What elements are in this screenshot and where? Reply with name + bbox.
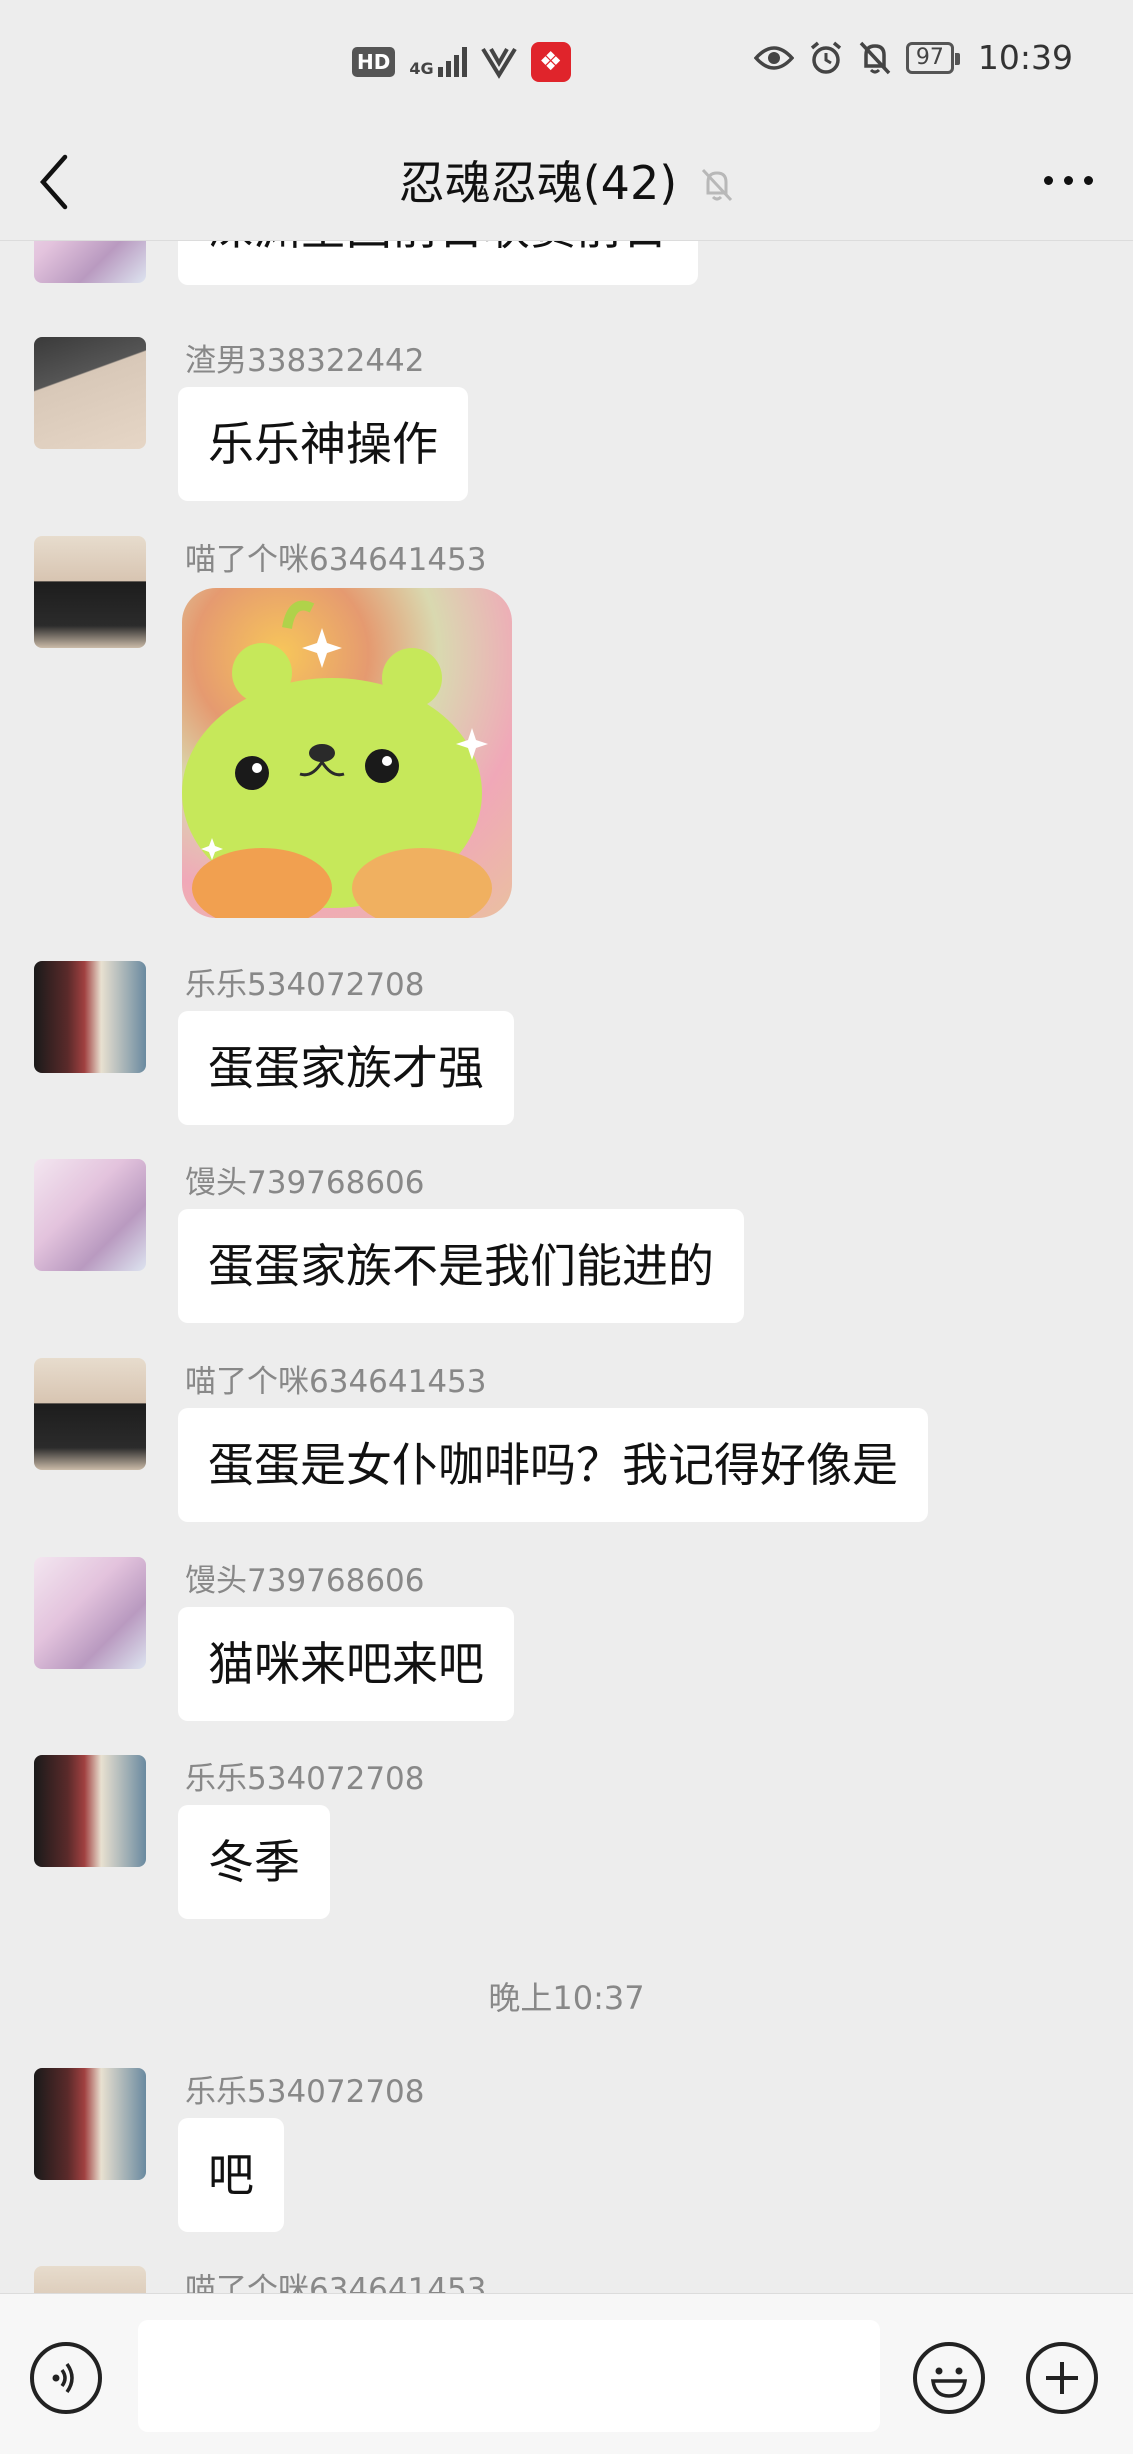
message-bubble[interactable]: 蛋蛋家族不是我们能进的	[178, 1209, 744, 1323]
signal-icon: 4G	[409, 47, 467, 77]
message-input[interactable]	[138, 2320, 880, 2432]
message-bubble[interactable]: 深渊全国前日联赛前日	[178, 241, 698, 285]
input-bar	[0, 2293, 1133, 2454]
voice-button[interactable]	[30, 2342, 102, 2414]
vpn-icon	[480, 47, 517, 79]
avatar[interactable]	[34, 2068, 146, 2180]
status-bar: HD 4G ❖ 97 10:39	[0, 0, 1133, 125]
sender-name: 渣男338322442	[185, 343, 425, 379]
sender-name: 馒头739768606	[185, 1165, 425, 1201]
sender-name: 喵了个咪634641453	[185, 542, 487, 578]
emoji-icon	[931, 2367, 967, 2398]
avatar[interactable]	[34, 1755, 146, 1867]
avatar[interactable]	[34, 1557, 146, 1669]
battery-icon: 97	[905, 41, 960, 74]
sender-name: 乐乐534072708	[185, 2074, 425, 2110]
mute-bell-icon	[859, 41, 891, 74]
eye-icon	[753, 45, 794, 70]
message-bubble[interactable]: 猫咪来吧来吧	[178, 1607, 514, 1721]
time-divider: 晚上10:37	[488, 1979, 645, 2017]
message-bubble[interactable]: 蛋蛋是女仆咖啡吗？我记得好像是	[178, 1408, 928, 1522]
more-button[interactable]	[1033, 155, 1103, 205]
pinduoduo-icon: ❖	[530, 42, 571, 82]
hd-icon: HD	[352, 47, 396, 77]
clock: 10:39	[977, 38, 1073, 77]
status-right: 97 10:39	[753, 38, 1073, 77]
green-bear-sticker-icon	[182, 600, 492, 918]
more-icon	[1043, 175, 1093, 185]
message-bubble[interactable]: 蛋蛋家族才强	[178, 1011, 514, 1125]
emoji-button[interactable]	[913, 2342, 985, 2414]
avatar[interactable]	[34, 1159, 146, 1271]
message-list[interactable]: 深渊全国前日联赛前日 渣男338322442 乐乐神操作 喵了个咪6346414…	[0, 241, 1133, 2293]
more-functions-button[interactable]	[1026, 2342, 1098, 2414]
sender-name: 喵了个咪634641453	[185, 1364, 487, 1400]
avatar[interactable]	[34, 536, 146, 648]
sender-name: 喵了个咪634641453	[185, 2272, 487, 2293]
message-bubble[interactable]: 冬季	[178, 1805, 330, 1919]
title-wrap: 忍魂忍魂(42)	[0, 147, 1133, 213]
plus-icon	[1046, 2362, 1078, 2394]
chat-header: 忍魂忍魂(42)	[0, 125, 1133, 241]
message-bubble[interactable]: 乐乐神操作	[178, 387, 468, 501]
avatar[interactable]	[34, 241, 146, 283]
avatar[interactable]	[34, 2266, 146, 2293]
avatar[interactable]	[34, 337, 146, 449]
message-bubble[interactable]: 吧	[178, 2118, 284, 2232]
chat-title: 忍魂忍魂(42)	[398, 156, 678, 210]
sender-name: 乐乐534072708	[185, 1761, 425, 1797]
sender-name: 馒头739768606	[185, 1563, 425, 1599]
sender-name: 乐乐534072708	[185, 967, 425, 1003]
voice-icon	[52, 2362, 74, 2394]
mute-bell-icon	[702, 168, 733, 202]
sticker-image[interactable]	[182, 588, 512, 918]
avatar[interactable]	[34, 1358, 146, 1470]
avatar[interactable]	[34, 961, 146, 1073]
status-left: HD 4G ❖	[352, 42, 571, 82]
alarm-icon	[810, 41, 842, 74]
